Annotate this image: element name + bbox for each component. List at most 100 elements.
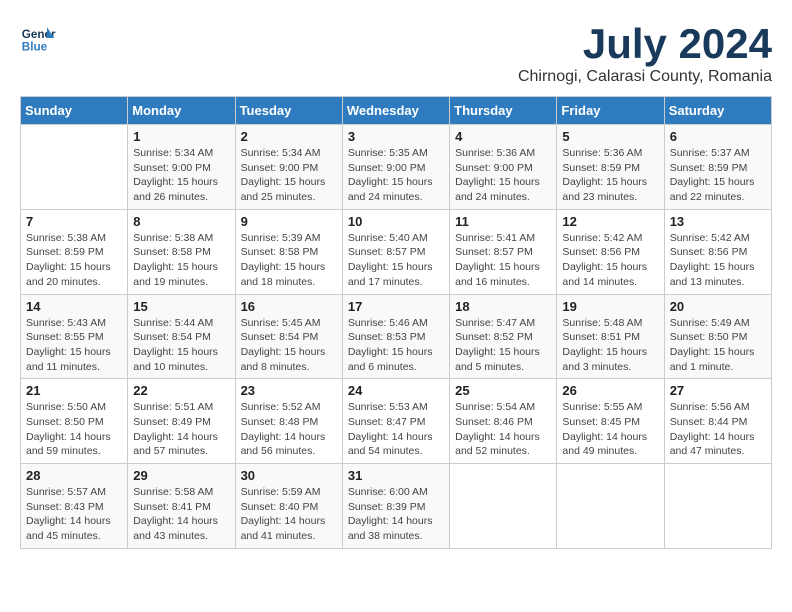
day-cell: 30 Sunrise: 5:59 AM Sunset: 8:40 PM Dayli… [235,464,342,549]
week-row-1: 1 Sunrise: 5:34 AM Sunset: 9:00 PM Daylig… [21,125,772,210]
day-info: Sunrise: 5:36 AM Sunset: 9:00 PM Dayligh… [455,146,551,205]
day-cell: 31Sunrise: 6:00 AM Sunset: 8:39 PM Dayli… [342,464,449,549]
day-number: 30 [241,468,337,483]
day-info: Sunrise: 5:56 AM Sunset: 8:44 PM Dayligh… [670,400,766,459]
day-info: Sunrise: 5:52 AM Sunset: 8:48 PM Dayligh… [241,400,337,459]
day-number: 7 [26,214,122,229]
calendar-title: July 2024 [518,20,772,68]
day-number: 26 [562,383,658,398]
day-info: Sunrise: 5:35 AM Sunset: 9:00 PM Dayligh… [348,146,444,205]
day-info: Sunrise: 5:34 AM Sunset: 9:00 PM Dayligh… [133,146,229,205]
day-number: 23 [241,383,337,398]
day-info: Sunrise: 5:51 AM Sunset: 8:49 PM Dayligh… [133,400,229,459]
day-number: 24 [348,383,444,398]
day-info: Sunrise: 5:58 AM Sunset: 8:41 PM Dayligh… [133,485,229,544]
day-cell: 22Sunrise: 5:51 AM Sunset: 8:49 PM Dayli… [128,379,235,464]
day-number: 16 [241,299,337,314]
page-header: General Blue July 2024 Chirnogi, Calaras… [20,20,772,86]
day-info: Sunrise: 5:42 AM Sunset: 8:56 PM Dayligh… [562,231,658,290]
day-number: 21 [26,383,122,398]
day-cell: 7 Sunrise: 5:38 AM Sunset: 8:59 PM Daylig… [21,209,128,294]
day-info: Sunrise: 5:44 AM Sunset: 8:54 PM Dayligh… [133,316,229,375]
day-cell: 14 Sunrise: 5:43 AM Sunset: 8:55 PM Dayli… [21,294,128,379]
day-cell: 10Sunrise: 5:40 AM Sunset: 8:57 PM Dayli… [342,209,449,294]
day-cell: 23 Sunrise: 5:52 AM Sunset: 8:48 PM Dayli… [235,379,342,464]
day-cell: 20 Sunrise: 5:49 AM Sunset: 8:50 PM Dayli… [664,294,771,379]
day-info: Sunrise: 5:38 AM Sunset: 8:58 PM Dayligh… [133,231,229,290]
day-number: 15 [133,299,229,314]
header-wednesday: Wednesday [342,97,449,125]
header-monday: Monday [128,97,235,125]
day-number: 19 [562,299,658,314]
day-cell: 18Sunrise: 5:47 AM Sunset: 8:52 PM Dayli… [450,294,557,379]
day-cell: 27 Sunrise: 5:56 AM Sunset: 8:44 PM Dayli… [664,379,771,464]
day-info: Sunrise: 5:46 AM Sunset: 8:53 PM Dayligh… [348,316,444,375]
day-cell: 15 Sunrise: 5:44 AM Sunset: 8:54 PM Dayli… [128,294,235,379]
title-area: July 2024 Chirnogi, Calarasi County, Rom… [518,20,772,86]
calendar-subtitle: Chirnogi, Calarasi County, Romania [518,68,772,86]
day-number: 3 [348,129,444,144]
day-number: 1 [133,129,229,144]
day-cell: 4 Sunrise: 5:36 AM Sunset: 9:00 PM Daylig… [450,125,557,210]
day-cell: 9Sunrise: 5:39 AM Sunset: 8:58 PM Daylig… [235,209,342,294]
day-cell: 5 Sunrise: 5:36 AM Sunset: 8:59 PM Daylig… [557,125,664,210]
day-cell: 13 Sunrise: 5:42 AM Sunset: 8:56 PM Dayli… [664,209,771,294]
day-cell: 8 Sunrise: 5:38 AM Sunset: 8:58 PM Daylig… [128,209,235,294]
day-number: 25 [455,383,551,398]
day-cell: 12 Sunrise: 5:42 AM Sunset: 8:56 PM Dayli… [557,209,664,294]
day-number: 5 [562,129,658,144]
day-number: 6 [670,129,766,144]
day-info: Sunrise: 5:39 AM Sunset: 8:58 PM Dayligh… [241,231,337,290]
day-number: 11 [455,214,551,229]
day-info: Sunrise: 5:42 AM Sunset: 8:56 PM Dayligh… [670,231,766,290]
header-thursday: Thursday [450,97,557,125]
day-info: Sunrise: 5:50 AM Sunset: 8:50 PM Dayligh… [26,400,122,459]
day-cell: 11 Sunrise: 5:41 AM Sunset: 8:57 PM Dayli… [450,209,557,294]
day-cell: 21 Sunrise: 5:50 AM Sunset: 8:50 PM Dayli… [21,379,128,464]
day-info: Sunrise: 5:37 AM Sunset: 8:59 PM Dayligh… [670,146,766,205]
day-number: 31 [348,468,444,483]
header-tuesday: Tuesday [235,97,342,125]
day-number: 4 [455,129,551,144]
day-number: 12 [562,214,658,229]
day-number: 14 [26,299,122,314]
day-info: Sunrise: 5:34 AM Sunset: 9:00 PM Dayligh… [241,146,337,205]
day-info: Sunrise: 5:49 AM Sunset: 8:50 PM Dayligh… [670,316,766,375]
week-row-4: 21 Sunrise: 5:50 AM Sunset: 8:50 PM Dayli… [21,379,772,464]
day-info: Sunrise: 5:43 AM Sunset: 8:55 PM Dayligh… [26,316,122,375]
header-saturday: Saturday [664,97,771,125]
day-number: 27 [670,383,766,398]
day-cell: 26 Sunrise: 5:55 AM Sunset: 8:45 PM Dayli… [557,379,664,464]
day-info: Sunrise: 5:45 AM Sunset: 8:54 PM Dayligh… [241,316,337,375]
logo-icon: General Blue [20,20,56,56]
day-number: 10 [348,214,444,229]
day-number: 17 [348,299,444,314]
day-number: 2 [241,129,337,144]
day-cell [557,464,664,549]
day-info: Sunrise: 5:36 AM Sunset: 8:59 PM Dayligh… [562,146,658,205]
calendar-table: SundayMondayTuesdayWednesdayThursdayFrid… [20,96,772,549]
week-row-5: 28Sunrise: 5:57 AM Sunset: 8:43 PM Dayli… [21,464,772,549]
day-number: 8 [133,214,229,229]
day-cell: 29Sunrise: 5:58 AM Sunset: 8:41 PM Dayli… [128,464,235,549]
week-row-2: 7 Sunrise: 5:38 AM Sunset: 8:59 PM Daylig… [21,209,772,294]
day-info: Sunrise: 5:47 AM Sunset: 8:52 PM Dayligh… [455,316,551,375]
day-number: 13 [670,214,766,229]
day-cell: 1 Sunrise: 5:34 AM Sunset: 9:00 PM Daylig… [128,125,235,210]
day-info: Sunrise: 5:55 AM Sunset: 8:45 PM Dayligh… [562,400,658,459]
day-number: 20 [670,299,766,314]
header-friday: Friday [557,97,664,125]
day-info: Sunrise: 5:59 AM Sunset: 8:40 PM Dayligh… [241,485,337,544]
day-info: Sunrise: 5:54 AM Sunset: 8:46 PM Dayligh… [455,400,551,459]
day-info: Sunrise: 5:38 AM Sunset: 8:59 PM Dayligh… [26,231,122,290]
day-number: 28 [26,468,122,483]
day-cell: 25 Sunrise: 5:54 AM Sunset: 8:46 PM Dayli… [450,379,557,464]
day-cell [664,464,771,549]
header-row: SundayMondayTuesdayWednesdayThursdayFrid… [21,97,772,125]
day-info: Sunrise: 5:41 AM Sunset: 8:57 PM Dayligh… [455,231,551,290]
day-cell: 17 Sunrise: 5:46 AM Sunset: 8:53 PM Dayli… [342,294,449,379]
logo: General Blue [20,20,56,56]
day-cell: 19Sunrise: 5:48 AM Sunset: 8:51 PM Dayli… [557,294,664,379]
day-cell [21,125,128,210]
day-info: Sunrise: 5:53 AM Sunset: 8:47 PM Dayligh… [348,400,444,459]
